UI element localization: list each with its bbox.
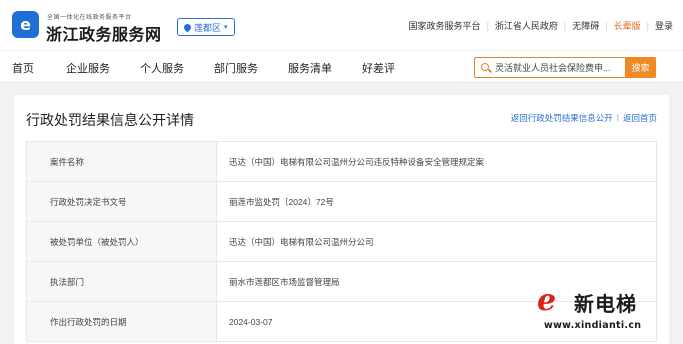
- site-name[interactable]: 浙江政务服务网: [46, 21, 162, 45]
- divider: |: [646, 20, 649, 31]
- link-national-platform[interactable]: 国家政务服务平台: [409, 19, 481, 32]
- search-icon: [481, 63, 489, 71]
- watermark-url: www.xindianti.cn: [544, 320, 642, 331]
- nav-department-services[interactable]: 部门服务: [214, 60, 258, 76]
- location-pin-icon: [182, 22, 193, 32]
- zj-logo-icon[interactable]: e: [12, 11, 39, 38]
- link-back-to-list[interactable]: 返回行政处罚结果信息公开: [511, 112, 613, 124]
- divider: |: [486, 20, 489, 31]
- nav-review[interactable]: 好差评: [362, 60, 395, 76]
- link-provincial-government[interactable]: 浙江省人民政府: [495, 19, 558, 32]
- row-label: 执法部门: [27, 262, 217, 301]
- row-value: 迅达（中国）电梯有限公司温州分公司: [217, 222, 657, 261]
- search-button[interactable]: 搜索: [625, 57, 656, 78]
- watermark-logo-icon: e: [537, 283, 557, 318]
- logo-subtitle: 全国一体化在线政务服务平台: [47, 15, 132, 21]
- caret-down-icon: ▾: [224, 24, 228, 31]
- search-box: 搜索: [474, 57, 656, 78]
- top-links: 国家政务服务平台 | 浙江省人民政府 | 无障碍 | 长辈版 | 登录: [409, 19, 673, 32]
- region-label: 莲都区: [194, 22, 222, 33]
- link-login[interactable]: 登录: [655, 19, 673, 32]
- link-elder-mode[interactable]: 长辈版: [614, 19, 641, 32]
- link-back-home[interactable]: 返回首页: [623, 112, 657, 124]
- divider: |: [563, 20, 567, 31]
- table-row: 被处罚单位（被处罚人） 迅达（中国）电梯有限公司温州分公司: [27, 222, 657, 262]
- watermark: e 新电梯 www.xindianti.cn: [537, 283, 683, 344]
- nav-business-services[interactable]: 企业服务: [66, 60, 110, 76]
- row-label: 行政处罚决定书文号: [27, 182, 217, 221]
- nav-personal-services[interactable]: 个人服务: [140, 60, 184, 76]
- divider: |: [616, 112, 619, 122]
- region-selector[interactable]: 莲都区 ▾: [177, 18, 235, 36]
- card-links: 返回行政处罚结果信息公开 | 返回首页: [511, 112, 657, 124]
- watermark-brand: 新电梯: [574, 294, 637, 316]
- search-input[interactable]: [495, 60, 627, 75]
- row-value: 迅达（中国）电梯有限公司温州分公司违反特种设备安全管理规定案: [217, 142, 657, 181]
- page-title: 行政处罚结果信息公开详情: [26, 112, 194, 128]
- table-row: 行政处罚决定书文号 丽莲市监处罚〔2024〕72号: [27, 182, 657, 222]
- row-label: 被处罚单位（被处罚人）: [27, 222, 217, 261]
- nav-home[interactable]: 首页: [12, 60, 34, 76]
- row-label: 作出行政处罚的日期: [27, 302, 217, 341]
- table-row: 案件名称 迅达（中国）电梯有限公司温州分公司违反特种设备安全管理规定案: [27, 142, 657, 182]
- row-label: 案件名称: [27, 142, 217, 181]
- row-value: 丽莲市监处罚〔2024〕72号: [217, 182, 657, 221]
- nav-service-list[interactable]: 服务清单: [288, 60, 332, 76]
- divider: |: [605, 20, 608, 31]
- link-accessibility[interactable]: 无障碍: [572, 19, 599, 32]
- main-nav: 首页 企业服务 个人服务 部门服务 服务清单 好差评 搜索: [0, 50, 683, 83]
- top-header: e 全国一体化在线政务服务平台 浙江政务服务网 莲都区 ▾ 国家政务服务平台 |…: [0, 0, 683, 50]
